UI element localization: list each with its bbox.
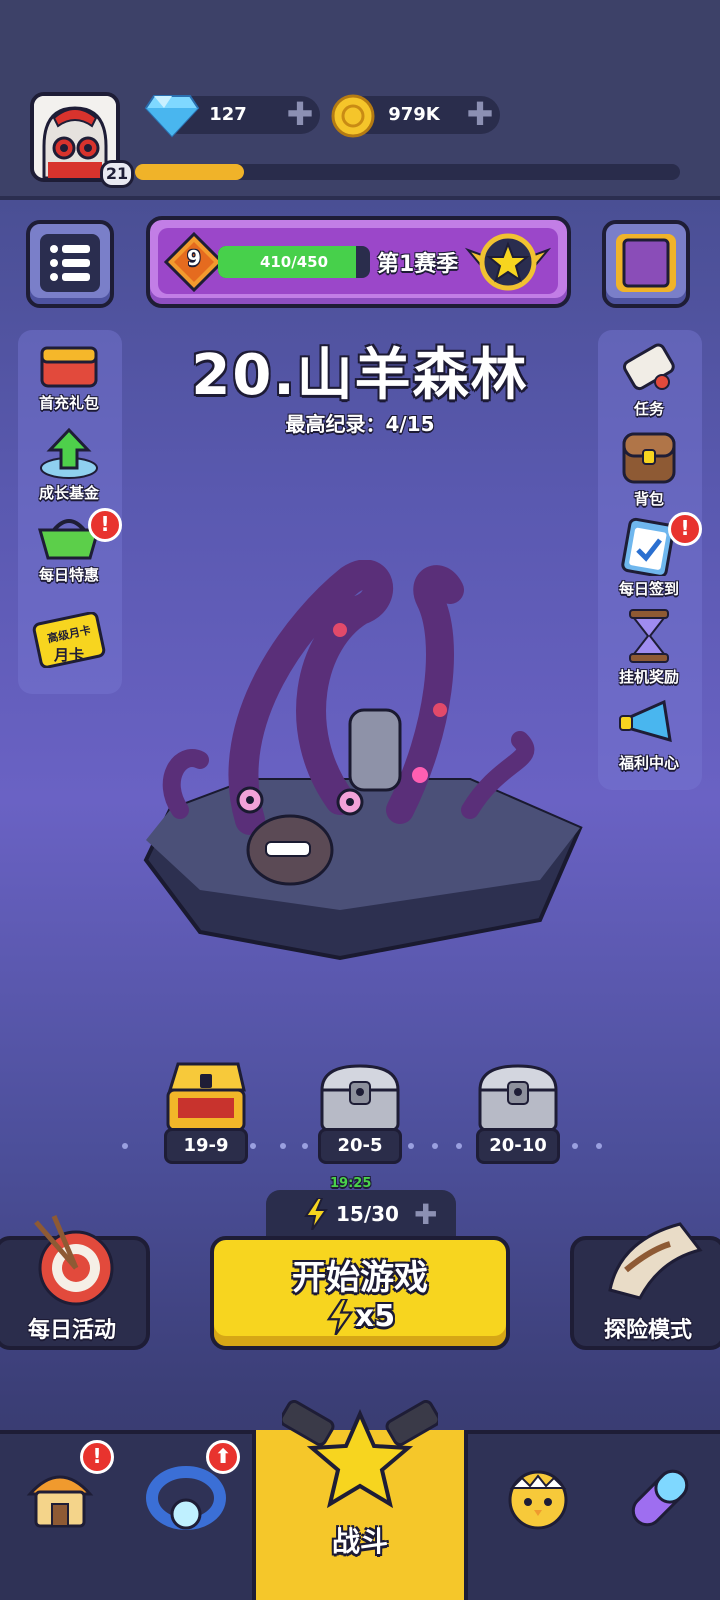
monthly-card-item[interactable]: 高级月卡 月卡	[24, 611, 114, 669]
welfare-center-item[interactable]: 福利中心	[604, 696, 694, 772]
start-game-cost: x5	[214, 1297, 506, 1336]
opened-chest-icon[interactable]	[162, 1060, 250, 1132]
codex-button-inner	[616, 234, 676, 292]
idle-reward-label: 挂机奖励	[618, 668, 679, 686]
daily-deal-label: 每日特惠	[38, 566, 99, 584]
growth-arrow-icon	[40, 427, 98, 479]
daily-checkin-label: 每日签到	[618, 580, 679, 598]
locked-chest-icon[interactable]	[316, 1060, 404, 1132]
season-progress-bar: 410/450	[218, 246, 370, 278]
gift-box-icon	[40, 346, 98, 388]
progress-dot	[432, 1143, 438, 1149]
add-coins-button[interactable]: ✚	[466, 98, 494, 130]
progress-dot	[250, 1143, 256, 1149]
equipment-upgrade-badge: ⬆	[206, 1440, 240, 1474]
add-diamonds-button[interactable]: ✚	[286, 98, 314, 130]
lightning-icon	[326, 1297, 354, 1336]
horn-icon	[608, 1222, 703, 1300]
season-rank: 9	[187, 246, 201, 270]
monthly-card-label: 月卡	[53, 646, 84, 664]
energy-counter: 15/30 ✚	[266, 1190, 456, 1238]
codex-button[interactable]	[602, 220, 690, 308]
energy-value: 15/30	[336, 1202, 399, 1226]
start-game-button[interactable]: 开始游戏 x5	[210, 1236, 510, 1350]
menu-button[interactable]	[26, 220, 114, 308]
xp-progress-fill	[135, 164, 244, 180]
progress-dot	[596, 1143, 602, 1149]
list-icon	[50, 245, 90, 281]
daily-activity-label: 每日活动	[27, 1318, 116, 1343]
backpack-item[interactable]: 背包	[604, 430, 694, 508]
add-energy-button[interactable]: ✚	[414, 1198, 437, 1231]
progress-dot	[572, 1143, 578, 1149]
shop-alert-badge: !	[80, 1440, 114, 1474]
daily-checkin-alert-badge: !	[668, 512, 702, 546]
daily-activity-button[interactable]: 每日活动	[0, 1215, 150, 1350]
start-game-label: 开始游戏	[292, 1258, 428, 1298]
menu-button-inner	[40, 234, 100, 292]
quest-label: 任务	[633, 400, 664, 418]
lightning-icon	[304, 1198, 328, 1230]
adventure-mode-label: 探险模式	[603, 1318, 692, 1343]
nav-skills-tab[interactable]	[600, 1434, 720, 1600]
season-progress-text: 410/450	[259, 253, 329, 271]
book-icon	[622, 238, 670, 288]
shop-house-icon	[26, 1475, 94, 1528]
stage-island-illustration	[143, 560, 583, 961]
diamond-icon	[144, 95, 200, 138]
top-header: 21 127 ✚ 979K ✚	[0, 0, 720, 200]
start-game-cost-value: x5	[354, 1299, 396, 1334]
chest-20-5-label: 20-5	[318, 1128, 402, 1164]
progress-dot	[456, 1143, 462, 1149]
welfare-center-label: 福利中心	[618, 754, 679, 772]
idle-reward-item[interactable]: 挂机奖励	[604, 608, 694, 686]
backpack-icon	[622, 432, 676, 484]
progress-dot	[408, 1143, 414, 1149]
battle-tab-label: 战斗	[331, 1525, 388, 1558]
progress-dot	[280, 1143, 286, 1149]
hourglass-icon	[629, 609, 669, 663]
capsule-icon	[631, 1469, 689, 1527]
player-level-badge: 21	[100, 160, 134, 188]
growth-fund-item[interactable]: 成长基金	[24, 427, 114, 502]
progress-dot	[122, 1143, 128, 1149]
nav-battle-tab[interactable]: 战斗	[252, 1400, 468, 1600]
season-label: 第1赛季	[377, 252, 459, 277]
first-charge-pack-item[interactable]: 首充礼包	[24, 342, 114, 412]
season-star-emblem-icon	[464, 233, 552, 291]
battle-star-icon	[282, 1400, 438, 1509]
hatching-chick-icon	[508, 1470, 568, 1530]
megaphone-icon	[619, 699, 672, 743]
adventure-mode-button[interactable]: 探险模式	[570, 1222, 720, 1350]
chest-20-10-label: 20-10	[476, 1128, 560, 1164]
progress-dot	[302, 1143, 308, 1149]
growth-fund-label: 成长基金	[38, 484, 99, 502]
coin-icon	[331, 94, 375, 138]
backpack-label: 背包	[633, 490, 664, 508]
chest-19-9-label: 19-9	[164, 1128, 248, 1164]
coin-value: 979K	[388, 104, 440, 125]
xp-progress-bar	[135, 164, 680, 180]
locked-chest-icon[interactable]	[474, 1060, 562, 1132]
energy-refill-timer: 19:25	[330, 1176, 372, 1191]
first-charge-pack-label: 首充礼包	[38, 394, 99, 412]
scroll-icon	[623, 343, 675, 391]
quest-item[interactable]: 任务	[604, 342, 694, 418]
nav-pets-tab[interactable]	[478, 1434, 598, 1600]
archery-target-icon	[34, 1215, 114, 1306]
daily-deal-alert-badge: !	[88, 508, 122, 542]
